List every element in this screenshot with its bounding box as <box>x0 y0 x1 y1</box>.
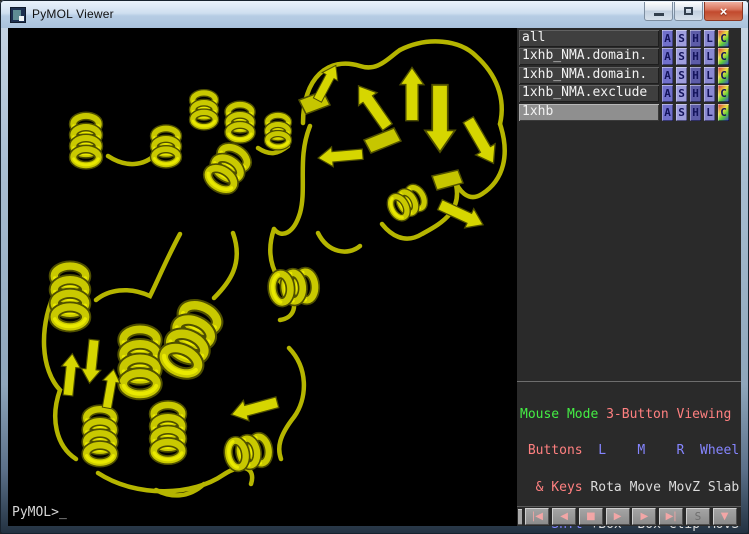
protein-cartoon <box>8 28 517 526</box>
title-bar[interactable]: PyMOL Viewer × <box>1 1 748 28</box>
step-forward-icon: ▶ <box>641 512 649 522</box>
close-button[interactable]: × <box>704 2 743 21</box>
action-menu-button[interactable]: A <box>662 67 673 84</box>
scene-s-label: S <box>695 511 702 522</box>
scene-s-button[interactable]: S <box>686 508 710 525</box>
stop-button[interactable]: ■ <box>579 508 603 525</box>
playback-grip <box>518 509 522 525</box>
object-row: 1xhb_NMA.domain. A S H L C <box>519 48 741 65</box>
minimize-icon <box>654 13 664 16</box>
color-menu-button[interactable]: C <box>718 30 729 47</box>
hide-menu-button[interactable]: H <box>690 30 701 47</box>
playback-bar: |◀ ◀ ■ ▶ ▶ ▶| S ▼ <box>517 506 741 526</box>
action-menu-button[interactable]: A <box>662 48 673 65</box>
mouse-mode-header[interactable]: Mouse Mode 3-Button Viewing <box>520 409 741 421</box>
window-title: PyMOL Viewer <box>32 7 114 21</box>
label-menu-button[interactable]: L <box>704 30 715 47</box>
pymol-viewer-window: PyMOL Viewer × <box>0 0 749 534</box>
go-to-start-icon: |◀ <box>532 512 543 522</box>
action-menu-button[interactable]: A <box>662 104 673 121</box>
color-menu-button[interactable]: C <box>718 104 729 121</box>
show-menu-button[interactable]: S <box>676 85 687 102</box>
maximize-button[interactable] <box>674 2 703 21</box>
label-menu-button[interactable]: L <box>704 67 715 84</box>
stop-icon: ■ <box>586 512 595 522</box>
step-back-icon: ◀ <box>560 512 568 522</box>
go-to-end-button[interactable]: ▶| <box>659 508 683 525</box>
show-menu-button[interactable]: S <box>676 104 687 121</box>
mouse-mode-panel: Mouse Mode 3-Button Viewing Buttons L M … <box>517 381 741 506</box>
object-row: 1xhb_NMA.domain. A S H L C <box>519 67 741 84</box>
object-list: all A S H L C 1xhb_NMA.domain. A S H L C… <box>517 28 741 121</box>
go-to-end-icon: ▶| <box>666 512 677 522</box>
hide-menu-button[interactable]: H <box>690 85 701 102</box>
minimize-button[interactable] <box>644 2 673 21</box>
close-icon: × <box>720 5 728 18</box>
command-prompt: PyMOL>_ <box>12 505 67 520</box>
movie-menu-button[interactable]: ▼ <box>713 508 737 525</box>
object-name[interactable]: all <box>519 30 659 47</box>
object-name[interactable]: 1xhb <box>519 104 659 121</box>
show-menu-button[interactable]: S <box>676 48 687 65</box>
label-menu-button[interactable]: L <box>704 104 715 121</box>
color-menu-button[interactable]: C <box>718 48 729 65</box>
show-menu-button[interactable]: S <box>676 67 687 84</box>
object-name[interactable]: 1xhb_NMA.exclude <box>519 85 659 102</box>
action-menu-button[interactable]: A <box>662 30 673 47</box>
window-content: PyMOL>_ all A S H L C 1xhb_NMA.domain. A… <box>8 28 741 526</box>
molecule-viewport[interactable]: PyMOL>_ <box>8 28 517 526</box>
play-icon: ▶ <box>614 512 622 522</box>
object-row-1xhb: 1xhb A S H L C <box>519 104 741 121</box>
menu-down-icon: ▼ <box>721 512 729 522</box>
color-menu-button[interactable]: C <box>718 85 729 102</box>
step-forward-button[interactable]: ▶ <box>632 508 656 525</box>
object-row: 1xhb_NMA.exclude A S H L C <box>519 85 741 102</box>
object-row-all: all A S H L C <box>519 30 741 47</box>
action-menu-button[interactable]: A <box>662 85 673 102</box>
color-menu-button[interactable]: C <box>718 67 729 84</box>
step-back-button[interactable]: ◀ <box>552 508 576 525</box>
hide-menu-button[interactable]: H <box>690 48 701 65</box>
object-name[interactable]: 1xhb_NMA.domain. <box>519 67 659 84</box>
hide-menu-button[interactable]: H <box>690 104 701 121</box>
app-icon <box>10 7 26 23</box>
maximize-icon <box>684 7 693 15</box>
show-menu-button[interactable]: S <box>676 30 687 47</box>
hide-menu-button[interactable]: H <box>690 67 701 84</box>
play-button[interactable]: ▶ <box>606 508 630 525</box>
object-name[interactable]: 1xhb_NMA.domain. <box>519 48 659 65</box>
side-panel: all A S H L C 1xhb_NMA.domain. A S H L C… <box>517 28 741 526</box>
go-to-start-button[interactable]: |◀ <box>525 508 549 525</box>
caption-buttons: × <box>643 2 743 21</box>
mouse-keys-row: & Keys Rota Move MovZ Slab <box>520 482 741 494</box>
mouse-buttons-row: Buttons L M R Wheel <box>520 445 741 457</box>
label-menu-button[interactable]: L <box>704 48 715 65</box>
label-menu-button[interactable]: L <box>704 85 715 102</box>
